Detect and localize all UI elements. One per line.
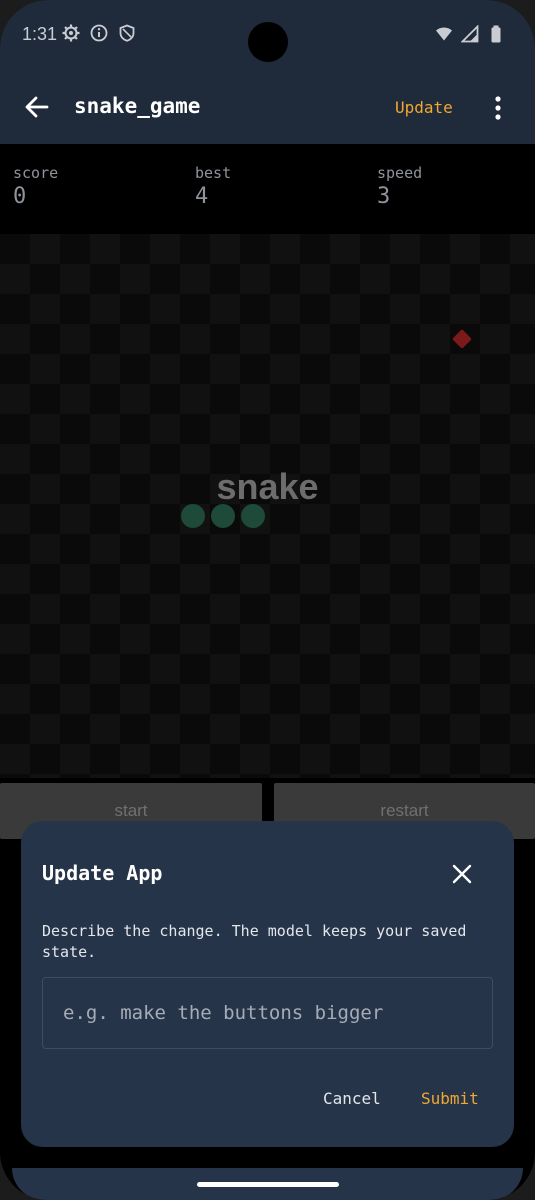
submit-button[interactable]: Submit	[421, 1089, 479, 1108]
stat-speed: speed 3	[377, 164, 422, 209]
status-icons-left	[62, 24, 136, 42]
phone-screen: 1:31 snake_game Update score 0 best 4 sp…	[0, 0, 535, 1200]
stat-best: best 4	[195, 164, 231, 209]
cancel-button[interactable]: Cancel	[323, 1089, 381, 1108]
wifi-icon	[435, 25, 453, 43]
stat-score: score 0	[13, 164, 58, 209]
game-board[interactable]: snake	[0, 234, 535, 778]
info-icon	[90, 24, 108, 42]
status-bar: 1:31	[0, 0, 535, 70]
snake-segment	[241, 504, 265, 528]
stat-label: best	[195, 164, 232, 182]
stat-value: 3	[377, 184, 391, 209]
update-app-dialog: Update App Describe the change. The mode…	[21, 821, 514, 1147]
stat-label: score	[13, 164, 59, 182]
dialog-title: Update App	[42, 861, 163, 885]
status-icons-right	[435, 24, 505, 43]
app-bar: snake_game Update	[0, 70, 535, 144]
snake-segment	[181, 504, 205, 528]
update-button[interactable]: Update	[395, 98, 453, 117]
shield-icon	[118, 24, 136, 42]
gear-icon	[62, 24, 80, 42]
status-time: 1:31	[22, 24, 58, 44]
app-title: snake_game	[74, 94, 201, 118]
dialog-description: Describe the change. The model keeps you…	[42, 922, 467, 961]
back-arrow-icon[interactable]	[22, 92, 52, 122]
food-item	[452, 329, 472, 349]
stat-label: speed	[377, 164, 423, 182]
board-title: snake	[216, 466, 319, 507]
signal-icon	[460, 24, 479, 43]
change-description-input[interactable]	[42, 977, 493, 1049]
snake-segment	[211, 504, 235, 528]
camera-cutout	[248, 22, 288, 62]
home-indicator[interactable]	[197, 1182, 339, 1187]
more-vert-icon[interactable]	[488, 94, 508, 122]
stats-row: score 0 best 4 speed 3	[0, 144, 535, 224]
close-icon[interactable]	[451, 863, 473, 885]
stat-value: 4	[195, 184, 209, 209]
stat-value: 0	[13, 184, 27, 209]
battery-icon	[487, 25, 505, 43]
